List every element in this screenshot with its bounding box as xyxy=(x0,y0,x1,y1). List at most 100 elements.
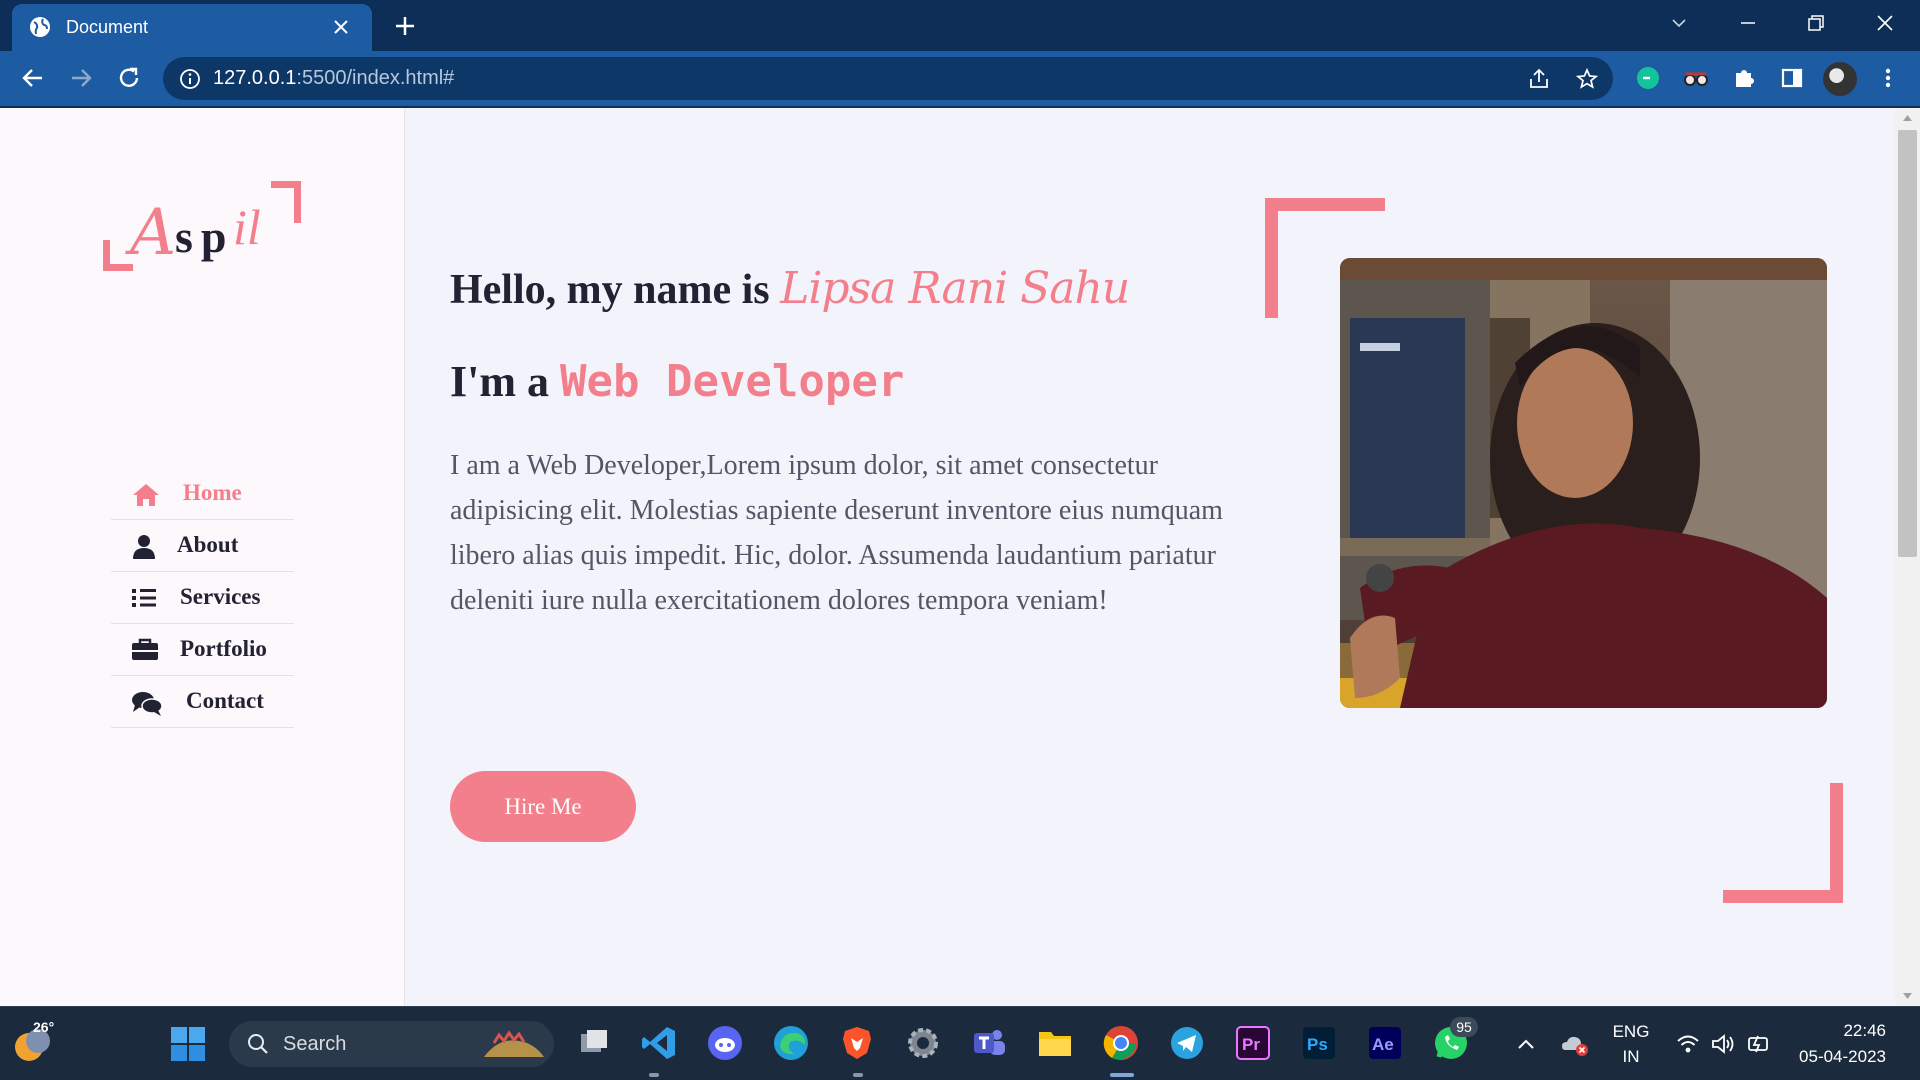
greeting-text: Hello, my name is xyxy=(450,267,770,313)
language-indicator-top[interactable]: ENG xyxy=(1610,1022,1652,1042)
scroll-down-arrow-icon[interactable] xyxy=(1902,992,1913,1000)
chrome-icon[interactable] xyxy=(1102,1024,1140,1062)
telegram-icon[interactable] xyxy=(1168,1024,1206,1062)
url-path: :5500/index.html# xyxy=(296,67,455,89)
url-text[interactable]: 127.0.0.1:5500/index.html# xyxy=(213,67,454,90)
nav-label-services: Services xyxy=(180,584,261,609)
close-window-icon[interactable] xyxy=(1874,12,1896,39)
onedrive-error-icon[interactable] xyxy=(1560,1032,1590,1061)
nav-label-contact: Contact xyxy=(186,688,264,713)
bookmark-star-icon[interactable] xyxy=(1575,67,1599,96)
minimize-icon[interactable] xyxy=(1737,12,1759,39)
premiere-pro-icon[interactable]: Pr xyxy=(1234,1024,1272,1062)
brave-browser-icon[interactable] xyxy=(838,1024,876,1062)
nav-item-home[interactable]: Home xyxy=(111,468,294,520)
person-name: Lipsa Rani Sahu xyxy=(780,263,1130,314)
clock-time[interactable]: 22:46 xyxy=(1812,1021,1886,1041)
url-host: 127.0.0.1 xyxy=(213,67,297,89)
search-highlight-dinosaur-icon xyxy=(479,1027,549,1068)
forward-arrow-icon[interactable] xyxy=(68,65,94,96)
more-options-icon[interactable] xyxy=(1875,65,1901,96)
nav-item-contact[interactable]: Contact xyxy=(111,676,294,728)
side-panel-icon[interactable] xyxy=(1779,65,1805,96)
scrollbar-thumb[interactable] xyxy=(1898,130,1917,557)
role-title: Web Developer xyxy=(560,356,905,407)
nav-label-portfolio: Portfolio xyxy=(180,636,267,661)
role-heading: I'm a Web Developer xyxy=(450,356,904,407)
role-prefix: I'm a xyxy=(450,357,549,406)
nav-item-about[interactable]: About xyxy=(111,520,294,572)
teams-icon[interactable] xyxy=(970,1024,1008,1062)
search-label: Search xyxy=(283,1033,347,1055)
nav-item-services[interactable]: Services xyxy=(111,572,294,624)
profile-avatar[interactable] xyxy=(1823,62,1857,96)
sidebar: A sp il Home About Services Portfolio Co… xyxy=(0,108,405,1006)
new-tab-icon[interactable] xyxy=(393,14,417,43)
logo-letters-il: il xyxy=(233,199,261,255)
logo-letter-a: A xyxy=(130,196,177,270)
wifi-icon[interactable] xyxy=(1676,1032,1700,1061)
tab-title: Document xyxy=(66,17,149,37)
weather-temperature: 26° xyxy=(33,1019,55,1035)
close-tab-icon[interactable] xyxy=(332,18,350,41)
home-section: Hello, my name is Lipsa Rani Sahu I'm a … xyxy=(405,108,1885,1006)
volume-icon[interactable] xyxy=(1710,1032,1736,1061)
intro-paragraph: I am a Web Developer,Lorem ipsum dolor, … xyxy=(450,450,1223,616)
address-bar[interactable]: 127.0.0.1:5500/index.html# xyxy=(163,57,1613,100)
language-indicator-bottom[interactable]: IN xyxy=(1610,1047,1652,1067)
greeting-heading: Hello, my name is Lipsa Rani Sahu xyxy=(450,263,1130,314)
svg-text:Pr: Pr xyxy=(1242,1035,1260,1054)
windows-start-icon[interactable] xyxy=(170,1026,206,1067)
brave-running-indicator xyxy=(853,1073,863,1077)
edge-browser-icon[interactable] xyxy=(772,1024,810,1062)
task-view-icon[interactable] xyxy=(575,1024,613,1062)
site-info-icon[interactable] xyxy=(179,68,201,95)
after-effects-icon[interactable]: Ae xyxy=(1366,1024,1404,1062)
list-icon xyxy=(131,586,157,616)
grammarly-extension-icon[interactable] xyxy=(1635,65,1661,96)
nav-item-portfolio[interactable]: Portfolio xyxy=(111,624,294,676)
vscode-running-indicator xyxy=(649,1073,659,1077)
chevron-up-icon[interactable] xyxy=(1515,1033,1537,1060)
svg-text:Ps: Ps xyxy=(1307,1035,1328,1054)
profile-photo xyxy=(1340,258,1827,708)
share-icon[interactable] xyxy=(1527,67,1551,96)
user-icon xyxy=(131,534,157,566)
browser-tab-strip: Document xyxy=(0,0,1920,51)
reload-icon[interactable] xyxy=(116,65,142,96)
photoshop-icon[interactable]: Ps xyxy=(1300,1024,1338,1062)
browser-tab[interactable]: Document xyxy=(12,4,372,51)
browser-toolbar: 127.0.0.1:5500/index.html# xyxy=(0,51,1920,106)
settings-gear-icon[interactable] xyxy=(904,1024,942,1062)
discord-icon[interactable] xyxy=(706,1024,744,1062)
taskbar-search[interactable]: Search xyxy=(229,1021,554,1067)
chrome-active-indicator xyxy=(1110,1073,1134,1077)
nav-label-home: Home xyxy=(183,480,242,505)
hire-me-button[interactable]: Hire Me xyxy=(450,771,636,842)
logo-letters-sp: sp xyxy=(175,211,235,262)
comments-icon xyxy=(131,690,163,722)
briefcase-icon xyxy=(131,638,159,668)
file-explorer-icon[interactable] xyxy=(1036,1024,1074,1062)
site-logo[interactable]: A sp il xyxy=(100,180,310,290)
main-nav: Home About Services Portfolio Contact xyxy=(111,468,294,728)
puzzle-extensions-icon[interactable] xyxy=(1731,65,1757,96)
windows-taskbar: 26° Search Pr Ps Ae 95 ENG IN 22:46 05-0… xyxy=(0,1006,1920,1080)
nav-label-about: About xyxy=(177,532,239,557)
back-arrow-icon[interactable] xyxy=(20,65,46,96)
clock-date[interactable]: 05-04-2023 xyxy=(1788,1047,1886,1067)
globe-icon xyxy=(29,16,51,43)
logo-corner-top-right xyxy=(271,181,301,223)
glasses-extension-icon[interactable] xyxy=(1683,65,1709,96)
decorative-corner-bottom-right xyxy=(1723,783,1843,903)
home-icon xyxy=(131,482,161,514)
battery-charging-icon[interactable] xyxy=(1746,1032,1772,1061)
restore-icon[interactable] xyxy=(1805,12,1827,39)
whatsapp-unread-badge: 95 xyxy=(1450,1017,1478,1037)
logo-corner-bottom-left xyxy=(103,240,133,271)
vscode-icon[interactable] xyxy=(640,1024,678,1062)
chevron-down-icon[interactable] xyxy=(1668,12,1690,39)
search-icon xyxy=(247,1033,269,1060)
scroll-up-arrow-icon[interactable] xyxy=(1902,114,1913,122)
svg-text:Ae: Ae xyxy=(1372,1035,1394,1054)
